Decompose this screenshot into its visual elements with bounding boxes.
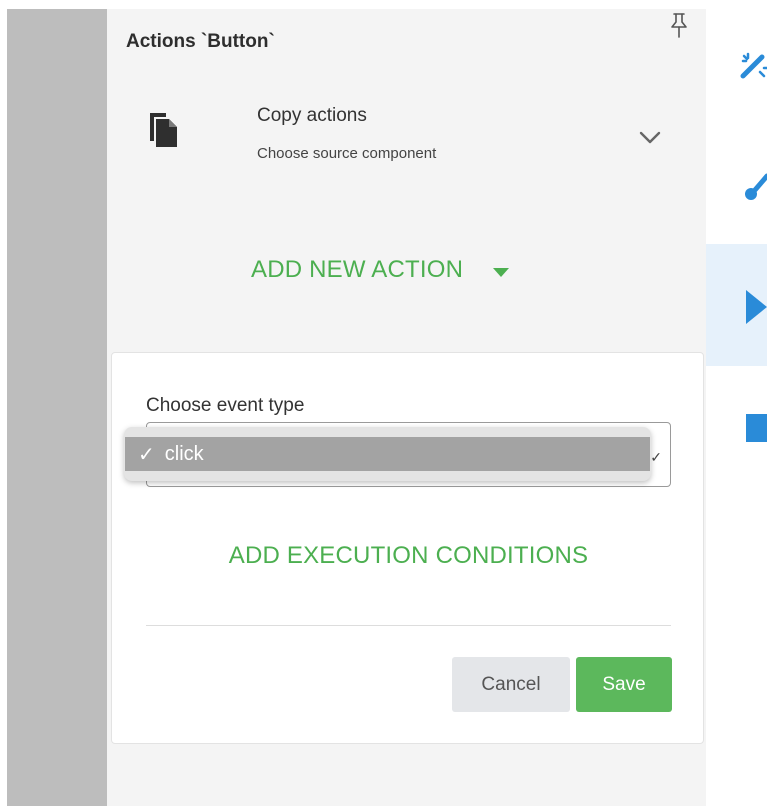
dropdown-option-click[interactable]: ✓ click bbox=[125, 437, 650, 471]
check-icon: ✓ bbox=[138, 443, 155, 466]
select-arrow-icon: ✓ bbox=[650, 449, 662, 465]
divider bbox=[146, 625, 671, 626]
copy-actions-title: Copy actions bbox=[257, 105, 367, 126]
cancel-button[interactable]: Cancel bbox=[452, 657, 570, 712]
chevron-down-icon[interactable] bbox=[639, 131, 661, 145]
brush-icon[interactable] bbox=[743, 170, 767, 207]
copy-actions-row[interactable]: Copy actions Choose source component bbox=[107, 97, 706, 167]
add-new-action-label: ADD NEW ACTION bbox=[251, 256, 464, 283]
new-action-form: Choose event type ✓ ✓ click ADD EXECUTIO… bbox=[111, 352, 704, 744]
left-gutter bbox=[7, 9, 107, 806]
caret-down-icon bbox=[493, 265, 510, 277]
event-type-label: Choose event type bbox=[146, 395, 305, 416]
add-execution-conditions-button[interactable]: ADD EXECUTION CONDITIONS bbox=[112, 542, 705, 570]
add-new-action-button[interactable]: ADD NEW ACTION bbox=[251, 252, 510, 288]
panel-title: Actions `Button` bbox=[126, 31, 275, 52]
option-label: click bbox=[164, 442, 204, 465]
app-screen: Actions `Button` Copy actions Choose sou… bbox=[0, 0, 767, 806]
copy-icon bbox=[144, 109, 180, 149]
copy-actions-subtitle: Choose source component bbox=[257, 145, 437, 162]
play-icon[interactable] bbox=[744, 288, 767, 331]
event-type-dropdown: ✓ click bbox=[124, 427, 651, 481]
stop-icon[interactable] bbox=[746, 414, 767, 447]
magic-wand-icon[interactable] bbox=[740, 50, 767, 87]
save-button[interactable]: Save bbox=[576, 657, 672, 712]
pin-icon[interactable] bbox=[668, 12, 690, 40]
right-toolbar bbox=[706, 0, 767, 806]
